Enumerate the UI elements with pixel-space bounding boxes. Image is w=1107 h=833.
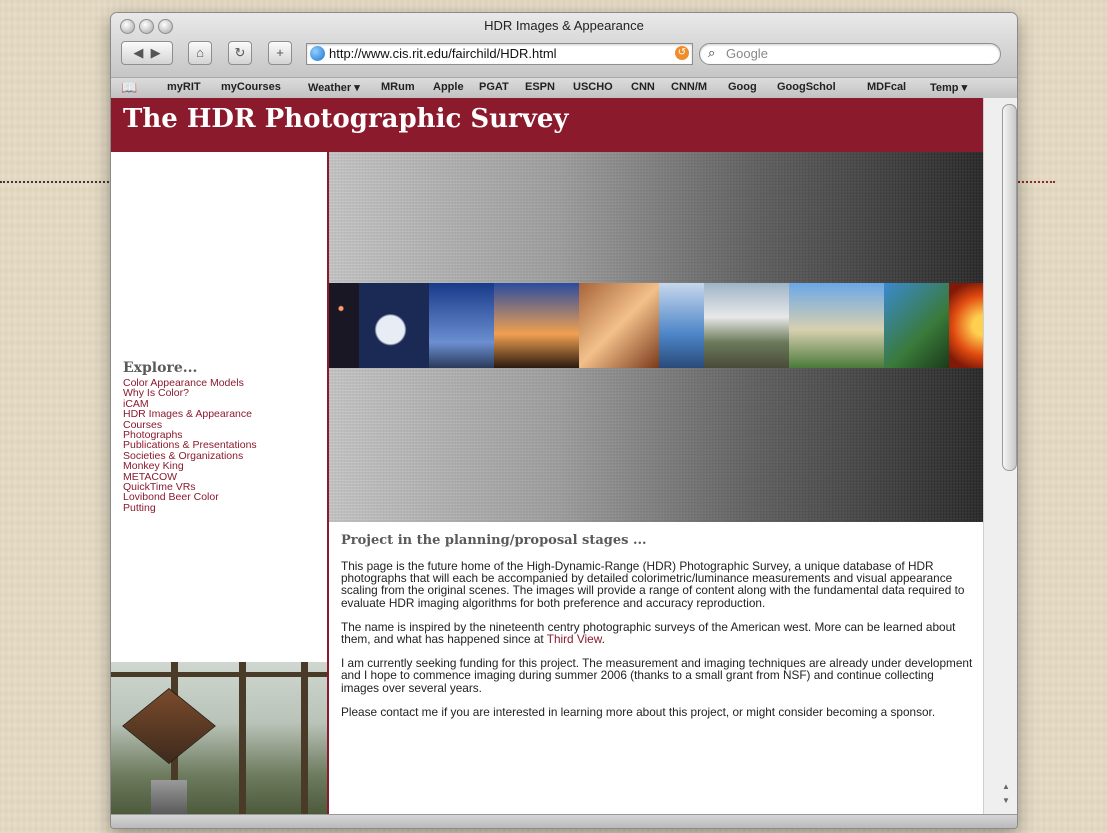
reload-button[interactable]: ↻ xyxy=(228,41,252,65)
bookmarks-bar: 📖 myRIT myCourses Weather ▾ MRum Apple P… xyxy=(111,77,1017,99)
background-stitch-right xyxy=(1015,181,1055,187)
cube-sculpture-photo xyxy=(111,662,327,814)
strip-photo-moon xyxy=(359,283,429,368)
status-bar xyxy=(111,814,1017,828)
strip-photo-valley xyxy=(884,283,949,368)
cube-sculpture xyxy=(122,688,216,764)
window-frame-top xyxy=(111,672,327,677)
bookmark-cnn[interactable]: CNN xyxy=(631,81,655,93)
strip-photo-sun xyxy=(949,283,983,368)
vertical-scrollbar[interactable]: ▲ ▼ xyxy=(983,98,1017,814)
cube-pedestal xyxy=(151,780,187,814)
url-text[interactable]: http://www.cis.rit.edu/fairchild/HDR.htm… xyxy=(329,46,557,61)
article-paragraph-2: The name is inspired by the nineteenth c… xyxy=(341,621,973,645)
explore-heading: Explore... xyxy=(123,360,198,376)
browser-window: HDR Images & Appearance ◀ ▶ ⌂ ↻ + http:/… xyxy=(110,12,1018,829)
reload-icon: ↻ xyxy=(234,45,246,60)
search-icon[interactable]: ⌕ xyxy=(708,45,715,61)
strip-photo-sunset-tree xyxy=(494,283,579,368)
article-paragraph-3: I am currently seeking funding for this … xyxy=(341,656,973,695)
bookmark-weather[interactable]: Weather ▾ xyxy=(308,81,360,94)
strip-photo-night-lights xyxy=(329,283,359,368)
third-view-link[interactable]: Third View xyxy=(547,632,602,646)
paragraph-2-text: The name is inspired by the nineteenth c… xyxy=(341,619,956,647)
address-bar[interactable]: http://www.cis.rit.edu/fairchild/HDR.htm… xyxy=(306,43,693,65)
back-forward-buttons[interactable]: ◀ ▶ xyxy=(121,41,173,65)
bookmark-mrum[interactable]: MRum xyxy=(381,81,415,93)
title-bar: HDR Images & Appearance ◀ ▶ ⌂ ↻ + http:/… xyxy=(111,13,1017,77)
strip-photo-lamp-post xyxy=(429,283,494,368)
main-article: Project in the planning/proposal stages … xyxy=(341,533,973,730)
hdr-photo-strip xyxy=(329,283,983,368)
globe-icon xyxy=(310,46,325,61)
scroll-up-arrow-icon[interactable]: ▲ xyxy=(1002,782,1010,791)
site-header: The HDR Photographic Survey xyxy=(111,98,983,152)
explore-links: Color Appearance Models Why Is Color? iC… xyxy=(123,378,257,514)
window-title: HDR Images & Appearance xyxy=(484,18,644,33)
add-bookmark-button[interactable]: + xyxy=(268,41,292,65)
search-placeholder[interactable]: Google xyxy=(726,46,768,61)
bookmark-cnn-m[interactable]: CNN/M xyxy=(671,81,707,93)
site-title: The HDR Photographic Survey xyxy=(123,104,569,134)
article-paragraph-4: Please contact me if you are interested … xyxy=(341,704,936,719)
bookmark-uscho[interactable]: USCHO xyxy=(573,81,613,93)
back-arrow-icon[interactable]: ◀ xyxy=(133,45,143,60)
background-stitch-left xyxy=(0,181,112,187)
strip-photo-coast xyxy=(789,283,884,368)
hdr-banner-image xyxy=(329,152,983,522)
window-mullion-2 xyxy=(239,662,246,814)
forward-arrow-icon[interactable]: ▶ xyxy=(151,45,161,60)
scroll-thumb[interactable] xyxy=(1002,104,1017,471)
window-mullion-3 xyxy=(301,662,308,814)
search-field[interactable]: ⌕ Google xyxy=(699,43,1001,65)
article-heading: Project in the planning/proposal stages … xyxy=(341,533,647,548)
bookmark-googschol[interactable]: GoogSchol xyxy=(777,81,836,93)
scroll-down-arrow-icon[interactable]: ▼ xyxy=(1002,796,1010,805)
strip-photo-monitor xyxy=(659,283,704,368)
bookmarks-book-icon[interactable]: 📖 xyxy=(121,80,137,96)
home-icon: ⌂ xyxy=(196,45,204,60)
strip-photo-interior xyxy=(579,283,659,368)
article-paragraph-1: This page is the future home of the High… xyxy=(341,559,965,610)
paragraph-2-end: . xyxy=(601,632,605,647)
bookmark-myrit[interactable]: myRIT xyxy=(167,81,201,93)
sidebar: Explore... Color Appearance Models Why I… xyxy=(111,152,327,814)
bookmark-mdfcal[interactable]: MDFcal xyxy=(867,81,906,93)
bookmark-espn[interactable]: ESPN xyxy=(525,81,555,93)
bookmark-mycourses[interactable]: myCourses xyxy=(221,81,281,93)
bookmark-apple[interactable]: Apple xyxy=(433,81,464,93)
nav-link-putting[interactable]: Putting xyxy=(123,502,257,513)
bookmark-goog[interactable]: Goog xyxy=(728,81,757,93)
bookmark-pgat[interactable]: PGAT xyxy=(479,81,509,93)
bookmark-temp[interactable]: Temp ▾ xyxy=(930,81,967,94)
snapback-icon[interactable]: ↺ xyxy=(675,46,689,60)
strip-photo-mountains xyxy=(704,283,789,368)
home-button[interactable]: ⌂ xyxy=(188,41,212,65)
page-content: The HDR Photographic Survey Explore... C… xyxy=(111,98,983,814)
plus-icon: + xyxy=(276,45,284,60)
